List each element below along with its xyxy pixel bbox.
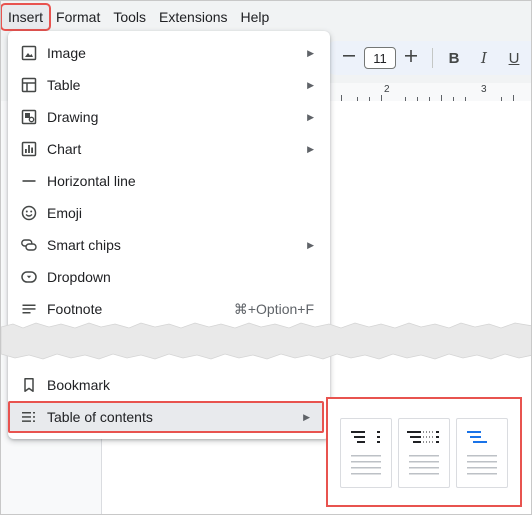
ruler: 2 3 [321, 83, 531, 101]
toc-option-dotted-numbers[interactable] [398, 418, 450, 488]
menu-item-emoji[interactable]: Emoji [8, 197, 330, 229]
toc-blue-links-icon [467, 431, 497, 475]
menu-item-label: Table of contents [47, 409, 153, 425]
menu-bar: Insert Format Tools Extensions Help [1, 1, 531, 33]
image-icon [19, 43, 39, 63]
toc-plain-numbers-icon [351, 431, 381, 475]
menu-item-label: Chart [47, 141, 82, 157]
submenu-arrow-icon: ▶ [307, 79, 314, 90]
toc-dotted-numbers-icon [407, 431, 439, 475]
dropdown-icon [19, 267, 39, 287]
submenu-arrow-icon: ▶ [307, 111, 314, 122]
menu-item-label: Horizontal line [47, 173, 136, 189]
keyboard-shortcut: ⌘+Option+F [233, 300, 314, 317]
horizontal-line-icon [19, 171, 39, 191]
menu-item-table[interactable]: Table ▶ [8, 69, 330, 101]
menu-item-table-of-contents[interactable]: Table of contents ▶ [8, 401, 324, 433]
table-icon [19, 75, 39, 95]
menu-item-label: Smart chips [47, 237, 121, 253]
toolbar-divider [432, 48, 433, 68]
footnote-icon [19, 299, 39, 319]
bookmark-icon [19, 375, 39, 395]
menu-item-drawing[interactable]: Drawing ▶ [8, 101, 330, 133]
menu-item-smart-chips[interactable]: Smart chips ▶ [8, 229, 330, 261]
menu-item-label: Bookmark [47, 377, 111, 393]
menu-tools[interactable]: Tools [107, 5, 152, 29]
submenu-arrow-icon: ▶ [307, 47, 314, 58]
menu-item-label: Drawing [47, 109, 99, 125]
smart-chips-icon [19, 235, 39, 255]
chart-icon [19, 139, 39, 159]
menu-extensions[interactable]: Extensions [153, 5, 233, 29]
emoji-icon [19, 203, 39, 223]
menu-item-label: Image [47, 45, 86, 61]
menu-help[interactable]: Help [235, 5, 276, 29]
ruler-label: 2 [384, 84, 390, 95]
menu-item-image[interactable]: Image ▶ [8, 37, 330, 69]
submenu-arrow-icon: ▶ [307, 143, 314, 154]
toc-option-plain-numbers[interactable] [340, 418, 392, 488]
toc-option-blue-links[interactable] [456, 418, 508, 488]
submenu-arrow-icon: ▶ [303, 411, 310, 422]
table-of-contents-icon [19, 407, 39, 427]
insert-menu: Image ▶ Table ▶ Drawing ▶ Chart ▶ Horizo… [8, 31, 330, 439]
menu-item-bookmark[interactable]: Bookmark [8, 369, 330, 401]
menu-item-dropdown[interactable]: Dropdown [8, 261, 330, 293]
menu-format[interactable]: Format [50, 5, 106, 29]
submenu-arrow-icon: ▶ [307, 239, 314, 250]
torn-edge-divider [1, 322, 531, 360]
bold-button[interactable]: B [439, 50, 469, 67]
underline-button[interactable]: U [499, 50, 529, 67]
italic-button[interactable]: I [469, 49, 499, 67]
drawing-icon [19, 107, 39, 127]
menu-item-chart[interactable]: Chart ▶ [8, 133, 330, 165]
app-window: Insert Format Tools Extensions Help 11 B… [0, 0, 532, 515]
menu-item-label: Table [47, 77, 81, 93]
menu-item-horizontal-line[interactable]: Horizontal line [8, 165, 330, 197]
plus-icon[interactable] [396, 49, 426, 68]
menu-item-label: Emoji [47, 205, 83, 221]
menu-item-label: Dropdown [47, 269, 111, 285]
formatting-toolbar: 11 B I U [321, 41, 531, 75]
menu-item-label: Footnote [47, 301, 103, 317]
font-size-input[interactable]: 11 [364, 47, 396, 69]
ruler-label: 3 [481, 84, 487, 95]
menu-insert[interactable]: Insert [1, 3, 52, 31]
toc-submenu [326, 397, 522, 507]
minus-icon[interactable] [334, 49, 364, 68]
